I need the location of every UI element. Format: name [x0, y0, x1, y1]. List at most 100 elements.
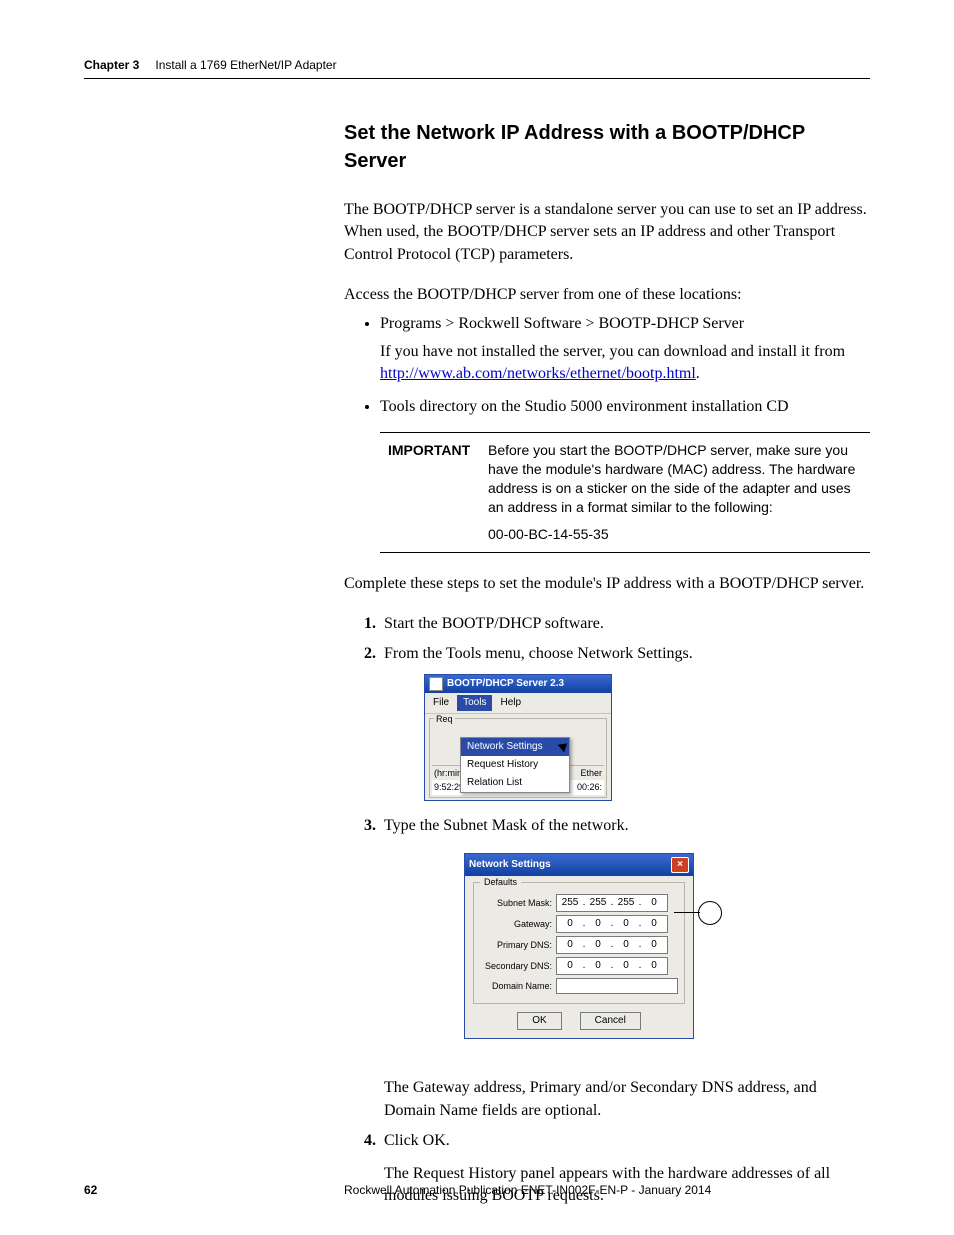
intro-paragraph: The BOOTP/DHCP server is a standalone se… [344, 199, 870, 266]
step-text: Click OK. [384, 1132, 450, 1149]
pdns-row: Primary DNS: 0. 0. 0. 0 [480, 936, 678, 954]
octet: 0 [643, 896, 665, 910]
step-text: Start the BOOTP/DHCP software. [384, 615, 604, 632]
close-icon[interactable]: × [671, 857, 689, 873]
defaults-group: Defaults Subnet Mask: 255. 255. 255. 0 [473, 882, 685, 1004]
dot-icon: . [610, 917, 614, 931]
page-header: Chapter 3 Install a 1769 EtherNet/IP Ada… [84, 56, 870, 79]
subtext-post: . [696, 365, 700, 382]
dialog-titlebar: Network Settings × [465, 854, 693, 876]
chapter-title: Install a 1769 EtherNet/IP Adapter [155, 58, 336, 72]
octet: 0 [615, 959, 637, 973]
dot-icon: . [638, 938, 642, 952]
step-note: The Gateway address, Primary and/or Seco… [384, 1077, 870, 1122]
ok-button[interactable]: OK [517, 1012, 561, 1030]
dot-icon: . [638, 959, 642, 973]
octet: 0 [559, 959, 581, 973]
dot-icon: . [638, 896, 642, 910]
dot-icon: . [582, 959, 586, 973]
dot-icon: . [610, 938, 614, 952]
screenshot-wrap: Network Settings × Defaults Subnet Mask:… [424, 845, 694, 1053]
octet: 0 [587, 959, 609, 973]
screenshot-network-settings: Network Settings × Defaults Subnet Mask:… [464, 853, 694, 1039]
window-titlebar: BOOTP/DHCP Server 2.3 [425, 675, 611, 693]
secondary-dns-input[interactable]: 0. 0. 0. 0 [556, 957, 668, 975]
important-label: IMPORTANT [384, 441, 488, 543]
subtext-pre: If you have not installed the server, yo… [380, 343, 845, 360]
menu-help[interactable]: Help [494, 695, 527, 711]
octet: 0 [587, 938, 609, 952]
dot-icon: . [582, 896, 586, 910]
menu-item-network-settings[interactable]: Network Settings [461, 738, 569, 756]
step-item: From the Tools menu, choose Network Sett… [380, 643, 870, 801]
dot-icon: . [610, 896, 614, 910]
step-text: Type the Subnet Mask of the network. [384, 817, 629, 834]
bullet-text: Programs > Rockwell Software > BOOTP-DHC… [380, 315, 744, 332]
subnet-row: Subnet Mask: 255. 255. 255. 0 [480, 894, 678, 912]
domain-row: Domain Name: [480, 978, 678, 994]
gateway-input[interactable]: 0. 0. 0. 0 [556, 915, 668, 933]
secondary-dns-label: Secondary DNS: [480, 960, 552, 973]
step-item: Type the Subnet Mask of the network. Net… [380, 815, 870, 1122]
octet: 0 [643, 917, 665, 931]
primary-dns-label: Primary DNS: [480, 939, 552, 952]
locations-list: Programs > Rockwell Software > BOOTP-DHC… [344, 313, 870, 419]
cell-ether: 00:26: [577, 781, 602, 794]
octet: 0 [615, 938, 637, 952]
octet: 0 [643, 938, 665, 952]
main-content: Set the Network IP Address with a BOOTP/… [344, 119, 870, 1207]
window-body: Req Network Settings Request History Rel… [425, 714, 611, 798]
bullet-text: Tools directory on the Studio 5000 envir… [380, 398, 789, 415]
octet: 0 [559, 917, 581, 931]
dot-icon: . [582, 938, 586, 952]
tools-dropdown: Network Settings Request History Relatio… [460, 737, 570, 793]
chapter-label: Chapter 3 [84, 58, 139, 72]
complete-paragraph: Complete these steps to set the module's… [344, 573, 870, 595]
octet: 0 [615, 917, 637, 931]
callout-circle-icon [698, 901, 722, 925]
bullet-subtext: If you have not installed the server, yo… [380, 341, 870, 386]
page-footer: 62 Rockwell Automation Publication ENET-… [84, 1183, 870, 1197]
important-body: Before you start the BOOTP/DHCP server, … [488, 441, 866, 517]
dialog-title: Network Settings [469, 858, 551, 872]
dialog-body: Defaults Subnet Mask: 255. 255. 255. 0 [465, 876, 693, 1038]
important-box: IMPORTANT Before you start the BOOTP/DHC… [380, 432, 870, 552]
menu-item-relation-list[interactable]: Relation List [461, 774, 569, 792]
gateway-row: Gateway: 0. 0. 0. 0 [480, 915, 678, 933]
col-ether: Ether [580, 767, 602, 780]
list-item: Programs > Rockwell Software > BOOTP-DHC… [380, 313, 870, 386]
steps-list: Start the BOOTP/DHCP software. From the … [344, 613, 870, 1207]
download-link[interactable]: http://www.ab.com/networks/ethernet/boot… [380, 365, 696, 382]
menu-file[interactable]: File [427, 695, 455, 711]
dot-icon: . [638, 917, 642, 931]
domain-name-input[interactable] [556, 978, 678, 994]
important-text: Before you start the BOOTP/DHCP server, … [488, 441, 866, 543]
menu-tools[interactable]: Tools [457, 695, 492, 711]
octet: 255 [615, 896, 637, 910]
request-group: Req Network Settings Request History Rel… [429, 718, 607, 798]
octet: 255 [587, 896, 609, 910]
group-label: Defaults [480, 876, 521, 889]
menu-item-request-history[interactable]: Request History [461, 756, 569, 774]
publication-info: Rockwell Automation Publication ENET-IN0… [344, 1183, 870, 1197]
page-number: 62 [84, 1183, 344, 1197]
subnet-mask-input[interactable]: 255. 255. 255. 0 [556, 894, 668, 912]
sdns-row: Secondary DNS: 0. 0. 0. 0 [480, 957, 678, 975]
octet: 255 [559, 896, 581, 910]
window-title: BOOTP/DHCP Server 2.3 [447, 677, 564, 691]
octet: 0 [643, 959, 665, 973]
dot-icon: . [610, 959, 614, 973]
octet: 0 [587, 917, 609, 931]
dot-icon: . [582, 917, 586, 931]
cancel-button[interactable]: Cancel [580, 1012, 641, 1030]
menubar: File Tools Help [425, 693, 611, 714]
group-label: Req [434, 714, 455, 724]
subnet-label: Subnet Mask: [480, 897, 552, 910]
domain-name-label: Domain Name: [480, 980, 552, 993]
dialog-buttons: OK Cancel [473, 1012, 685, 1030]
step-item: Start the BOOTP/DHCP software. [380, 613, 870, 635]
section-title: Set the Network IP Address with a BOOTP/… [344, 119, 870, 175]
list-item: Tools directory on the Studio 5000 envir… [380, 396, 870, 418]
primary-dns-input[interactable]: 0. 0. 0. 0 [556, 936, 668, 954]
step-text: From the Tools menu, choose Network Sett… [384, 645, 693, 662]
